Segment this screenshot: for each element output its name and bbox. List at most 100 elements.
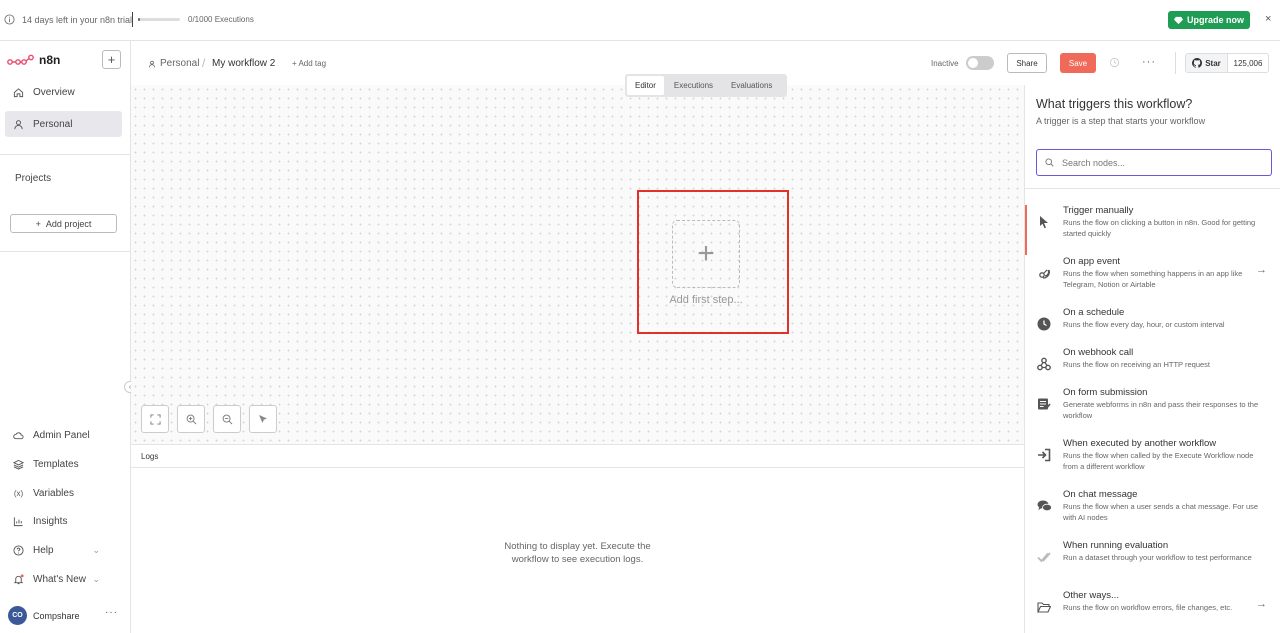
trigger-description: Runs the flow when something happens in … <box>1063 269 1243 289</box>
templates-icon <box>13 459 24 470</box>
chat-icon <box>1036 498 1052 514</box>
sidebar-item-help[interactable]: Help ⌄ <box>5 537 122 563</box>
sidebar-item-overview[interactable]: Overview <box>5 79 122 105</box>
trigger-title: When running evaluation <box>1063 540 1169 551</box>
plus-icon: + <box>35 218 41 229</box>
sidebar-item-variables[interactable]: (x) Variables <box>5 480 122 506</box>
view-tabs: Editor Executions Evaluations <box>625 74 787 97</box>
add-tag-button[interactable]: + Add tag <box>292 59 326 68</box>
add-project-label: Add project <box>45 218 92 229</box>
chevron-down-icon: ⌄ <box>92 544 100 555</box>
workflow-canvas[interactable]: + Add first step... <box>131 85 1024 444</box>
share-button[interactable]: Share <box>1007 53 1047 73</box>
clock-icon <box>1036 316 1052 332</box>
trigger-description: Run a dataset through your workflow to t… <box>1063 553 1252 562</box>
sidebar-item-label: Admin Panel <box>33 429 90 441</box>
trigger-description: Runs the flow every day, hour, or custom… <box>1063 320 1225 329</box>
sidebar-item-whats-new[interactable]: What's New ⌄ <box>5 566 122 592</box>
avatar: CO <box>8 606 27 625</box>
arrow-right-icon: → <box>1256 598 1267 610</box>
history-icon[interactable] <box>1109 57 1120 68</box>
trigger-running-evaluation[interactable]: When running evaluation Run a dataset th… <box>1025 540 1280 590</box>
logs-empty-line: workflow to see execution logs. <box>511 554 644 565</box>
trial-banner: 14 days left in your n8n trial 0/1000 Ex… <box>0 0 1280 41</box>
trigger-title: On webhook call <box>1063 347 1134 358</box>
active-toggle[interactable] <box>966 56 994 70</box>
wand-icon <box>259 415 267 423</box>
sign-in-icon <box>1036 447 1052 463</box>
n8n-logo[interactable]: n8n <box>7 53 60 67</box>
trigger-description: Runs the flow on clicking a button in n8… <box>1063 218 1256 238</box>
breadcrumb[interactable]: Personal <box>148 58 199 69</box>
sidebar: n8n + Overview Personal Projects + Add p… <box>0 41 136 633</box>
add-project-button[interactable]: + Add project <box>10 214 117 233</box>
search-input[interactable] <box>1062 157 1262 168</box>
panel-subtitle: A trigger is a step that starts your wor… <box>1036 116 1206 126</box>
trial-text: 14 days left in your n8n trial <box>22 15 133 25</box>
variables-icon: (x) <box>13 488 24 498</box>
n8n-logo-icon <box>7 54 34 65</box>
fit-view-icon <box>149 413 161 425</box>
logs-panel: Logs Nothing to display yet. Execute the… <box>131 444 1024 633</box>
sidebar-item-label: What's New <box>33 573 87 585</box>
logs-title[interactable]: Logs <box>131 445 1024 468</box>
home-icon <box>13 87 24 98</box>
help-icon <box>13 544 24 556</box>
sidebar-item-label: Variables <box>33 487 74 499</box>
fit-view-button[interactable] <box>141 405 169 433</box>
close-icon[interactable]: × <box>1265 13 1271 25</box>
breadcrumb-project: Personal <box>160 58 200 69</box>
trigger-other-ways[interactable]: Other ways... Runs the flow on workflow … <box>1025 590 1280 633</box>
more-options-icon[interactable]: ··· <box>1142 56 1156 68</box>
trigger-executed-by-workflow[interactable]: When executed by another workflow Runs t… <box>1025 438 1280 488</box>
trigger-panel: What triggers this workflow? A trigger i… <box>1024 85 1280 633</box>
user-menu-icon[interactable]: ··· <box>105 607 118 618</box>
executions-count: 0/1000 Executions <box>188 15 254 24</box>
github-star-button[interactable]: Star <box>1186 54 1228 72</box>
sidebar-item-label: Templates <box>33 458 79 470</box>
search-box[interactable] <box>1036 149 1272 176</box>
github-star-count: 125,006 <box>1233 58 1263 68</box>
zoom-in-button[interactable] <box>177 405 205 433</box>
workflow-header: Personal / My workflow 2 + Add tag Inact… <box>131 41 1155 85</box>
logs-empty-line: Nothing to display yet. Execute the <box>504 541 651 552</box>
breadcrumb-separator: / <box>202 56 206 70</box>
user-icon <box>148 60 156 67</box>
add-first-step-label[interactable]: Add first step... <box>646 294 766 306</box>
save-button[interactable]: Save <box>1060 53 1096 73</box>
sidebar-item-insights[interactable]: Insights <box>5 508 122 534</box>
logo-text: n8n <box>39 53 61 67</box>
sidebar-item-templates[interactable]: Templates <box>5 451 122 477</box>
trigger-manually[interactable]: Trigger manually Runs the flow on clicki… <box>1025 205 1280 255</box>
trigger-app-event[interactable]: On app event Runs the flow when somethin… <box>1025 256 1280 306</box>
user-profile[interactable]: CO Compshare <box>8 606 80 625</box>
create-button[interactable]: + <box>102 50 121 69</box>
trigger-description: Runs the flow on workflow errors, file c… <box>1063 603 1233 612</box>
sidebar-item-label: Overview <box>33 86 75 98</box>
tab-executions[interactable]: Executions <box>666 76 721 95</box>
webhook-icon <box>1036 356 1052 372</box>
sidebar-item-admin-panel[interactable]: Admin Panel <box>5 422 122 448</box>
trigger-title: On app event <box>1063 256 1121 267</box>
info-icon <box>4 14 15 25</box>
user-icon <box>13 119 24 130</box>
folder-open-icon <box>1036 599 1052 615</box>
trigger-form-submission[interactable]: On form submission Generate webforms in … <box>1025 387 1280 437</box>
tidy-up-button[interactable] <box>249 405 277 433</box>
chevron-down-icon: ⌄ <box>92 573 100 584</box>
trigger-title: On form submission <box>1063 387 1148 398</box>
github-star-widget[interactable]: Star 125,006 <box>1185 53 1269 73</box>
tab-editor[interactable]: Editor <box>627 76 664 95</box>
trigger-title: Other ways... <box>1063 590 1119 601</box>
sidebar-item-label: Insights <box>33 515 68 527</box>
trigger-title: On a schedule <box>1063 307 1125 318</box>
gem-icon <box>1173 16 1183 24</box>
tab-evaluations[interactable]: Evaluations <box>723 76 780 95</box>
sidebar-item-personal[interactable]: Personal <box>5 111 122 137</box>
upgrade-button[interactable]: Upgrade now <box>1168 11 1250 29</box>
zoom-out-button[interactable] <box>213 405 241 433</box>
add-first-step-button[interactable]: + <box>672 220 740 288</box>
workflow-title[interactable]: My workflow 2 <box>212 58 275 69</box>
trigger-title: On chat message <box>1063 489 1138 500</box>
trigger-chat-message[interactable]: On chat message Runs the flow when a use… <box>1025 489 1280 539</box>
